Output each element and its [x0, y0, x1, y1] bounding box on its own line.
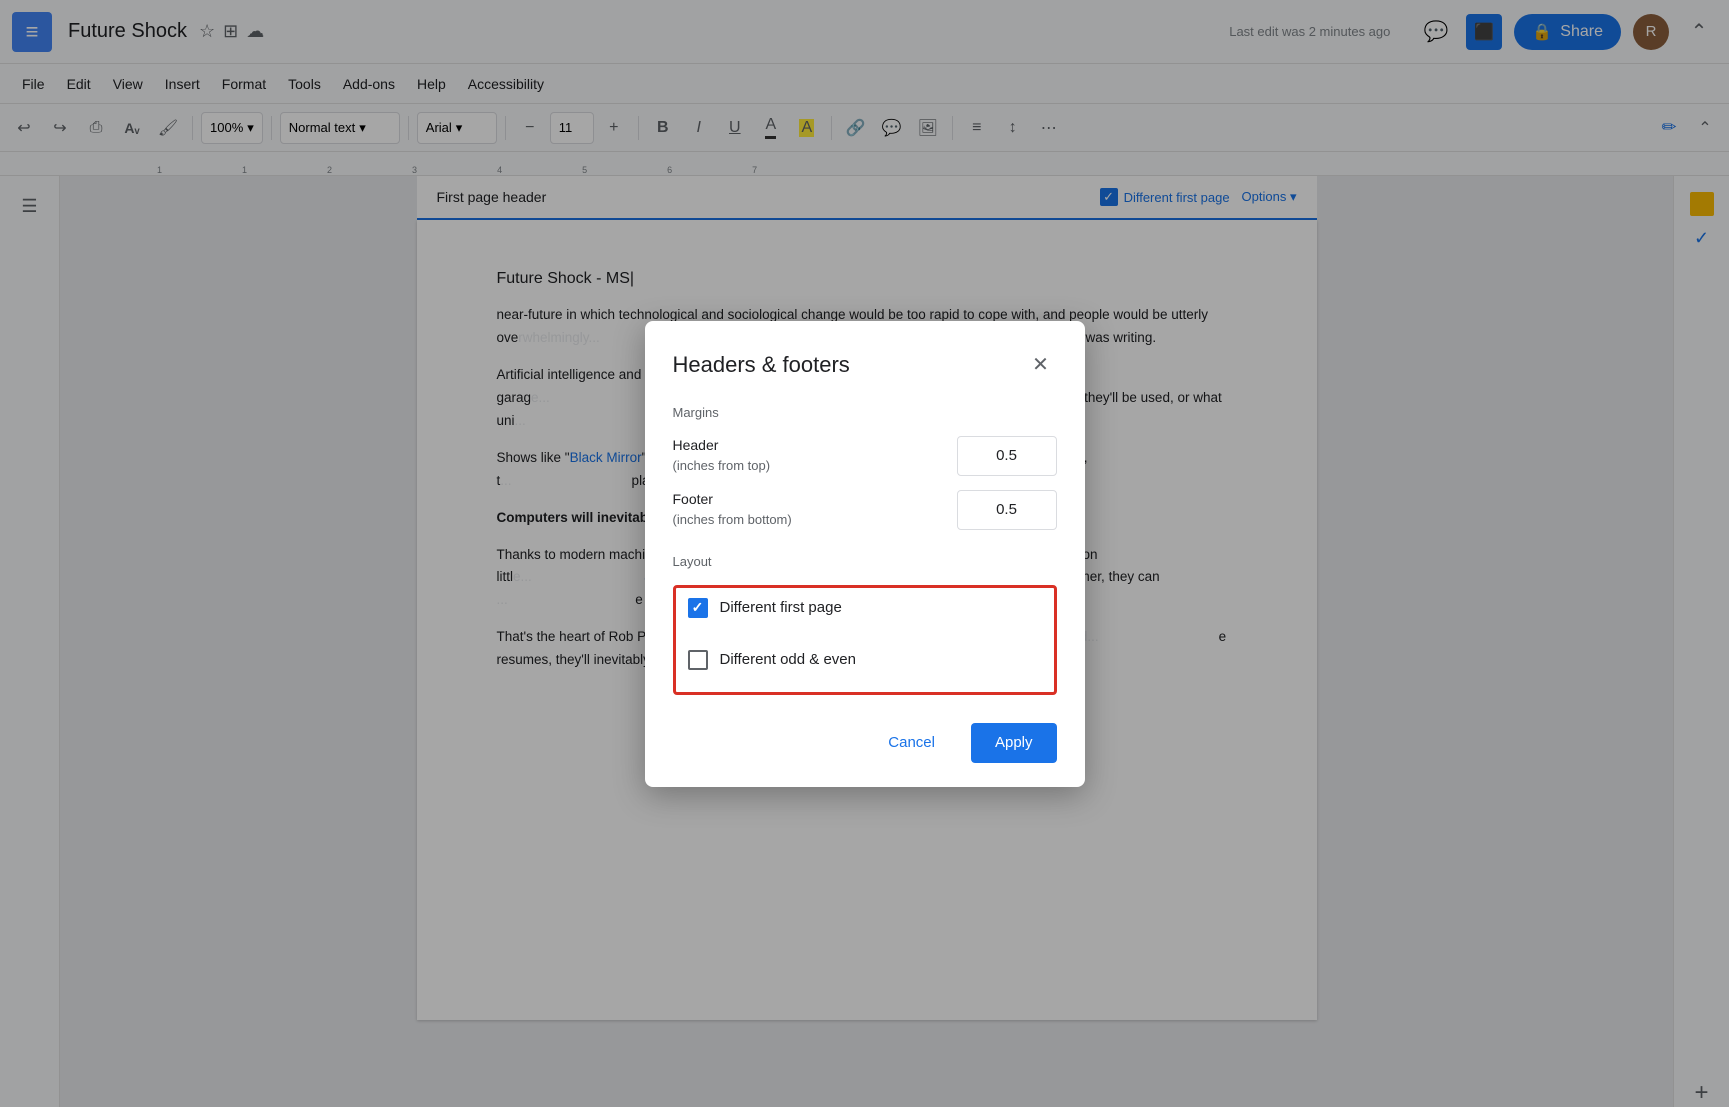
modal-overlay: Headers & footers ✕ Margins Header(inche… [0, 0, 1729, 1107]
dialog-header: Headers & footers ✕ [673, 349, 1057, 381]
dialog-close-button[interactable]: ✕ [1025, 349, 1057, 381]
headers-footers-dialog: Headers & footers ✕ Margins Header(inche… [645, 321, 1085, 787]
header-value-input[interactable] [957, 436, 1057, 476]
cancel-button[interactable]: Cancel [864, 723, 959, 763]
different-first-page-checkbox[interactable]: ✓ [688, 598, 708, 618]
layout-section: Layout ✓ Different first page Different … [673, 554, 1057, 695]
different-odd-even-checkbox[interactable] [688, 650, 708, 670]
footer-value-input[interactable] [957, 490, 1057, 530]
header-field-label: Header(inches from top) [673, 436, 771, 475]
different-first-page-row[interactable]: ✓ Different first page [676, 588, 1054, 628]
different-odd-even-row[interactable]: Different odd & even [676, 640, 1054, 680]
different-first-page-label: Different first page [720, 599, 842, 616]
dialog-title: Headers & footers [673, 352, 850, 378]
layout-label: Layout [673, 554, 1057, 569]
dialog-footer: Cancel Apply [673, 723, 1057, 763]
footer-field-label: Footer(inches from bottom) [673, 490, 792, 529]
footer-field-row: Footer(inches from bottom) [673, 490, 1057, 530]
apply-button[interactable]: Apply [971, 723, 1057, 763]
margins-section: Margins Header(inches from top) Footer(i… [673, 405, 1057, 530]
margins-label: Margins [673, 405, 1057, 420]
different-odd-even-label: Different odd & even [720, 651, 856, 668]
layout-highlight-box: ✓ Different first page Different odd & e… [673, 585, 1057, 695]
header-field-row: Header(inches from top) [673, 436, 1057, 476]
